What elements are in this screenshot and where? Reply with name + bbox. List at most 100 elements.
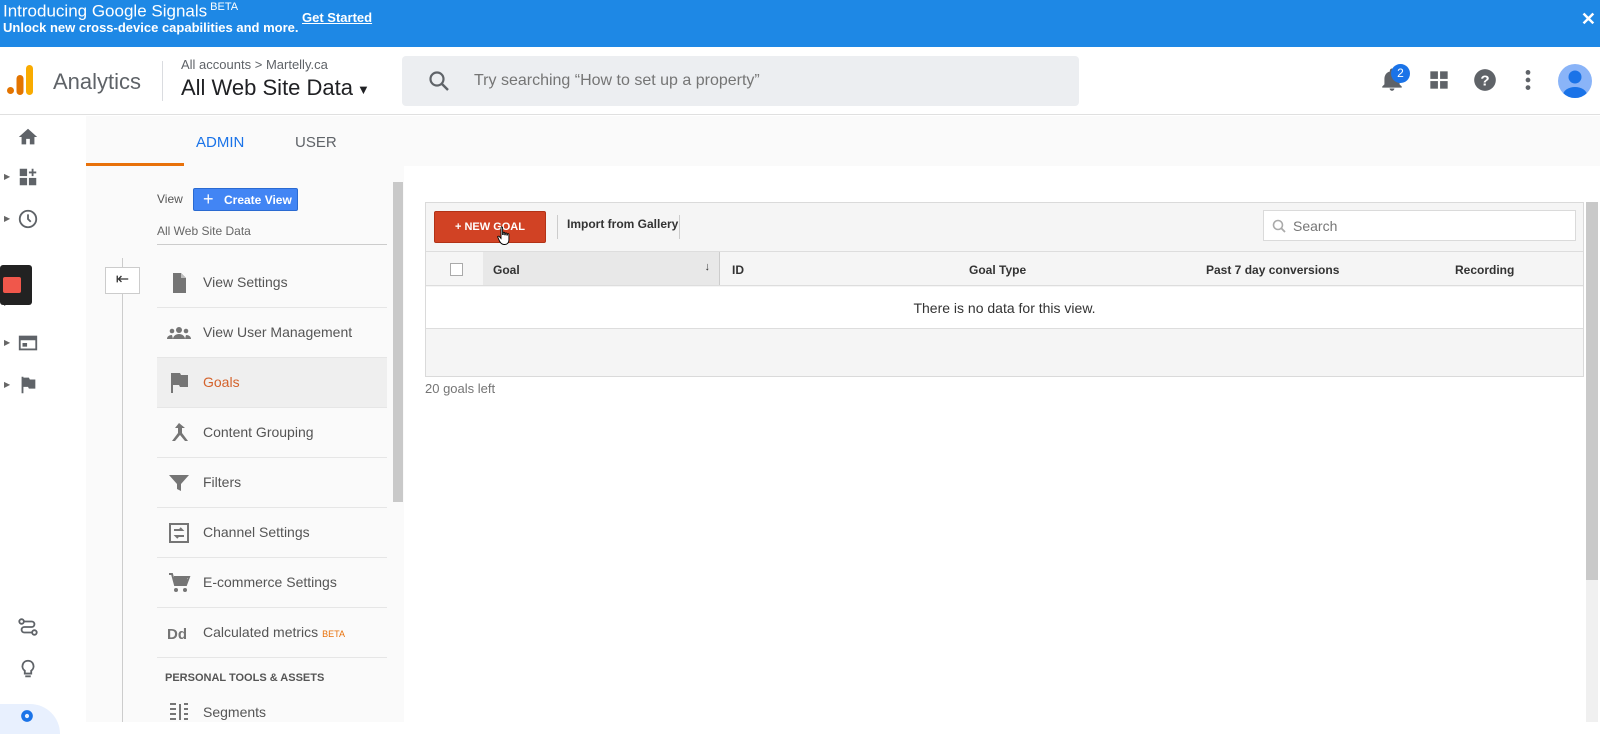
record-square-icon bbox=[3, 277, 21, 293]
breadcrumb-account: Martelly.ca bbox=[265, 57, 328, 72]
import-from-gallery-button[interactable]: Import from Gallery bbox=[567, 217, 678, 231]
shopping-cart-icon bbox=[169, 573, 191, 592]
svg-text:Dd: Dd bbox=[167, 626, 187, 643]
menu-item-channel-settings[interactable]: Channel Settings bbox=[157, 508, 387, 558]
menu-item-label: View Settings bbox=[203, 274, 288, 290]
menu-item-view-user-management[interactable]: View User Management bbox=[157, 308, 387, 358]
menu-item-goals[interactable]: Goals bbox=[157, 358, 387, 408]
filter-funnel-icon bbox=[169, 475, 189, 491]
empty-table-row: There is no data for this view. bbox=[426, 287, 1583, 329]
apps-grid-icon[interactable] bbox=[1426, 67, 1452, 93]
channel-settings-icon bbox=[169, 523, 189, 543]
breadcrumb-separator: > bbox=[254, 57, 263, 72]
more-vert-icon[interactable] bbox=[1515, 67, 1541, 93]
home-icon[interactable] bbox=[17, 126, 39, 148]
toolbar-divider bbox=[557, 215, 558, 239]
menu-item-ecommerce-settings[interactable]: E-commerce Settings bbox=[157, 558, 387, 608]
breadcrumb[interactable]: All accounts > Martelly.ca bbox=[181, 57, 328, 72]
menu-item-segments[interactable]: Segments bbox=[157, 694, 387, 734]
goals-search-input[interactable] bbox=[1291, 216, 1561, 236]
left-nav: ▶ ▶ ▶ ▶ ▶ bbox=[0, 116, 86, 722]
menu-item-label: Calculated metrics BETA bbox=[203, 624, 345, 640]
people-group-icon bbox=[167, 327, 191, 339]
breadcrumb-accounts: All accounts bbox=[181, 57, 252, 72]
column-goal[interactable]: Goal ↓ bbox=[483, 252, 720, 285]
caret-down-icon: ▼ bbox=[357, 81, 370, 97]
banner-close-button[interactable]: ✕ bbox=[1581, 9, 1596, 30]
menu-item-filters[interactable]: Filters bbox=[157, 458, 387, 508]
search-icon bbox=[1272, 219, 1286, 233]
discover-lightbulb-icon[interactable] bbox=[17, 658, 39, 680]
column-goal-label: Goal bbox=[493, 263, 520, 277]
behavior-icon[interactable] bbox=[17, 332, 39, 354]
column-recording[interactable]: Recording bbox=[1455, 263, 1514, 277]
select-all-checkbox[interactable] bbox=[450, 263, 463, 276]
create-view-label: Create View bbox=[224, 193, 292, 207]
conversions-flag-icon[interactable] bbox=[17, 374, 39, 396]
view-selector[interactable]: All Web Site Data bbox=[157, 224, 251, 238]
sort-arrow-icon: ↓ bbox=[704, 261, 711, 273]
menu-item-label: View User Management bbox=[203, 324, 353, 340]
goals-search-field[interactable] bbox=[1263, 210, 1576, 241]
segments-icon bbox=[170, 703, 188, 720]
get-started-link[interactable]: Get Started bbox=[302, 10, 372, 25]
tab-user[interactable]: USER bbox=[295, 134, 337, 151]
menu-item-label: Filters bbox=[203, 474, 242, 490]
goals-left-count: 20 goals left bbox=[425, 381, 496, 396]
global-search-placeholder: Try searching “How to set up a property” bbox=[474, 72, 760, 89]
overlay-widget[interactable] bbox=[0, 265, 32, 305]
realtime-clock-icon[interactable] bbox=[17, 208, 39, 230]
banner-subtitle: Unlock new cross-device capabilities and… bbox=[3, 20, 299, 35]
goal-flag-icon bbox=[171, 373, 188, 393]
notification-badge: 2 bbox=[1391, 64, 1410, 83]
expand-arrow-icon[interactable]: ▶ bbox=[4, 214, 10, 223]
beta-badge: BETA bbox=[322, 629, 345, 639]
view-label: View bbox=[157, 192, 183, 206]
avatar-person-icon bbox=[1563, 70, 1587, 98]
settings-gear-icon bbox=[21, 710, 33, 722]
svg-text:?: ? bbox=[1480, 72, 1489, 89]
back-arrow-button[interactable]: ⇤ bbox=[105, 267, 140, 294]
content-scrollbar-track[interactable] bbox=[1586, 580, 1598, 722]
menu-item-content-grouping[interactable]: Content Grouping bbox=[157, 408, 387, 458]
plus-icon: + bbox=[203, 189, 214, 209]
menu-item-label: Channel Settings bbox=[203, 524, 310, 540]
expand-arrow-icon[interactable]: ▶ bbox=[4, 338, 10, 347]
menu-item-calculated-metrics[interactable]: Dd Calculated metrics BETA bbox=[157, 608, 387, 658]
menu-item-view-settings[interactable]: View Settings bbox=[157, 258, 387, 308]
attribution-icon[interactable] bbox=[17, 616, 39, 638]
customization-icon[interactable] bbox=[17, 166, 39, 188]
column-goal-type[interactable]: Goal Type bbox=[969, 263, 1026, 277]
create-view-button[interactable]: + Create View bbox=[193, 188, 298, 211]
admin-tabs: ADMIN USER bbox=[86, 116, 1600, 166]
top-bar: Analytics All accounts > Martelly.ca All… bbox=[0, 47, 1600, 115]
hand-pointer-cursor-icon bbox=[497, 226, 510, 245]
segments-label: Segments bbox=[203, 704, 267, 720]
account-avatar[interactable] bbox=[1558, 64, 1592, 98]
header-divider bbox=[162, 61, 163, 101]
empty-message: There is no data for this view. bbox=[913, 300, 1096, 316]
calculated-metrics-dd-icon: Dd bbox=[167, 626, 187, 643]
view-selector-underline bbox=[157, 244, 387, 245]
view-menu: View Settings View User Management Goals… bbox=[157, 258, 387, 658]
menu-item-label: E-commerce Settings bbox=[203, 574, 337, 590]
menu-item-label: Goals bbox=[203, 374, 240, 390]
analytics-logo-icon bbox=[7, 65, 33, 95]
content-scrollbar-thumb[interactable] bbox=[1586, 202, 1598, 580]
expand-arrow-icon[interactable]: ▶ bbox=[4, 380, 10, 389]
banner-beta-tag: BETA bbox=[210, 1, 239, 13]
expand-arrow-icon[interactable]: ▶ bbox=[4, 172, 10, 181]
content-grouping-icon bbox=[172, 423, 188, 441]
view-column-scrollbar[interactable] bbox=[393, 182, 403, 502]
new-goal-button[interactable]: + NEW GOAL bbox=[434, 211, 546, 243]
app-name: Analytics bbox=[53, 69, 142, 94]
tab-admin[interactable]: ADMIN bbox=[196, 134, 244, 151]
column-id[interactable]: ID bbox=[732, 263, 744, 277]
global-search[interactable]: Try searching “How to set up a property” bbox=[402, 56, 1079, 106]
column-past-7-day-conversions[interactable]: Past 7 day conversions bbox=[1206, 263, 1339, 277]
menu-item-label: Content Grouping bbox=[203, 424, 314, 440]
signals-banner: Introducing Google Signals BETA Unlock ne… bbox=[0, 0, 1600, 47]
help-icon[interactable]: ? bbox=[1472, 67, 1498, 93]
property-selector[interactable]: All Web Site Data ▼ bbox=[181, 75, 370, 101]
goals-table-header: Goal ↓ ID Goal Type Past 7 day conversio… bbox=[426, 251, 1583, 286]
